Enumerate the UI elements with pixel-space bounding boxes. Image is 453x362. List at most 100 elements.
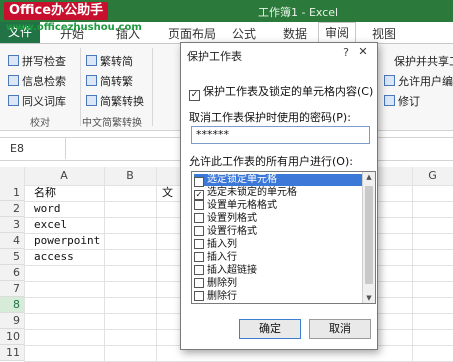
permission-checkbox[interactable] <box>194 239 204 249</box>
spelling-button[interactable]: 拼写检查 <box>8 53 66 69</box>
cell-a3[interactable]: excel <box>34 217 67 233</box>
permission-checkbox[interactable]: ✓ <box>194 190 204 200</box>
permission-label: 删除列 <box>207 278 237 289</box>
research-icon <box>8 75 19 86</box>
permission-item[interactable]: ✓ 选定未锁定的单元格 <box>194 187 362 200</box>
cell-a5[interactable]: access <box>34 249 74 265</box>
permission-item[interactable]: 设置行格式 <box>194 226 362 238</box>
thesaurus-button[interactable]: 同义词库 <box>8 93 66 109</box>
scroll-down-icon[interactable]: ▼ <box>363 293 375 303</box>
permission-checkbox[interactable] <box>194 265 204 275</box>
permission-checkbox[interactable] <box>194 226 204 236</box>
research-button[interactable]: 信息检索 <box>8 73 66 89</box>
permission-checkbox[interactable] <box>194 252 204 262</box>
spelling-label: 拼写检查 <box>22 55 66 68</box>
column-header-g[interactable]: G <box>412 167 453 185</box>
convert-label: 简繁转换 <box>100 95 144 108</box>
protect-contents-checkbox[interactable]: ✓ <box>189 90 200 101</box>
watermark-url: www.officezhushou.com <box>6 22 142 33</box>
row-header[interactable]: 3 <box>0 217 24 233</box>
group-label-chinese: 中文简繁转换 <box>82 118 142 129</box>
permission-label: 删除行 <box>207 291 237 302</box>
permission-item[interactable]: 插入超链接 <box>194 265 362 277</box>
protect-contents-option[interactable]: ✓ 保护工作表及锁定的单元格内容(C) <box>189 83 373 101</box>
watermark-logo: Office办公助手 <box>4 2 109 20</box>
window-title: 工作簿1 - Excel <box>258 6 339 19</box>
row-header[interactable]: 1 <box>0 185 24 201</box>
select-all-corner[interactable] <box>0 167 24 185</box>
row-header[interactable]: 4 <box>0 233 24 249</box>
permission-checkbox[interactable]: ✓ <box>194 177 204 187</box>
group-label-proofing: 校对 <box>30 118 50 129</box>
help-icon[interactable]: ? <box>343 46 349 59</box>
cell-b1-fragment[interactable]: 文 <box>162 185 173 201</box>
close-icon[interactable]: ✕ <box>353 44 373 60</box>
permission-item[interactable]: 插入行 <box>194 252 362 264</box>
column-header-b[interactable]: B <box>104 167 156 185</box>
column-header-a[interactable]: A <box>24 167 104 185</box>
permission-label: 设置单元格格式 <box>207 200 277 211</box>
row-header[interactable]: 7 <box>0 281 24 297</box>
row-header[interactable]: 9 <box>0 313 24 329</box>
permission-checkbox[interactable] <box>194 291 204 301</box>
permission-item[interactable]: 设置列格式 <box>194 213 362 225</box>
track-changes-icon <box>384 95 395 106</box>
permission-item-selected[interactable]: ✓ 选定锁定单元格 <box>194 174 362 187</box>
permission-item[interactable]: 删除行 <box>194 291 362 303</box>
permission-checkbox[interactable] <box>194 213 204 223</box>
ok-button[interactable]: 确定 <box>239 319 301 339</box>
row-header[interactable]: 6 <box>0 265 24 281</box>
track-changes-label: 修订 <box>398 95 420 108</box>
cell-a2[interactable]: word <box>34 201 61 217</box>
cancel-button[interactable]: 取消 <box>309 319 371 339</box>
name-box[interactable]: E8 <box>0 138 66 159</box>
permission-label: 选定未锁定的单元格 <box>207 187 297 198</box>
scroll-thumb[interactable] <box>365 186 373 284</box>
allow-edit-button[interactable]: 允许用户编辑 <box>384 73 453 89</box>
traditional-button[interactable]: 繁转简 <box>86 53 133 69</box>
traditional-label: 繁转简 <box>100 55 133 68</box>
protect-share-label: 保护并共享工 <box>394 55 453 68</box>
scroll-up-icon[interactable]: ▲ <box>363 172 375 182</box>
simplified-label: 简转繁 <box>100 75 133 88</box>
permission-checkbox[interactable] <box>194 200 204 210</box>
cell-a1[interactable]: 名称 <box>34 185 56 201</box>
row-header[interactable]: 10 <box>0 329 24 345</box>
tab-formulas[interactable]: 公式 <box>232 25 256 42</box>
convert-button[interactable]: 简繁转换 <box>86 93 144 109</box>
password-input[interactable]: ****** <box>191 126 370 144</box>
allow-users-label: 允许此工作表的所有用户进行(O): <box>189 155 353 168</box>
permission-label: 插入行 <box>207 252 237 263</box>
password-label: 取消工作表保护时使用的密码(P): <box>189 111 351 124</box>
permission-item[interactable]: 删除列 <box>194 278 362 290</box>
convert-icon <box>86 95 97 106</box>
simplified-button[interactable]: 简转繁 <box>86 73 133 89</box>
thesaurus-icon <box>8 95 19 106</box>
permission-checkbox[interactable] <box>194 278 204 288</box>
tab-data[interactable]: 数据 <box>283 25 307 42</box>
cell-a4[interactable]: powerpoint <box>34 233 100 249</box>
permission-item[interactable]: 插入列 <box>194 239 362 251</box>
permission-label: 设置行格式 <box>207 226 257 237</box>
list-scrollbar[interactable]: ▲ ▼ <box>362 172 375 303</box>
row-header[interactable]: 5 <box>0 249 24 265</box>
permission-label: 插入超链接 <box>207 265 257 276</box>
traditional-icon <box>86 55 97 66</box>
spelling-icon <box>8 55 19 66</box>
protect-contents-label: 保护工作表及锁定的单元格内容(C) <box>203 85 374 98</box>
protect-share-button[interactable]: 保护并共享工 <box>394 53 453 69</box>
permission-label: 选定锁定单元格 <box>207 174 277 185</box>
permissions-list[interactable]: ✓ 选定锁定单元格 ✓ 选定未锁定的单元格 设置单元格格式 设置列格式 设置行格式 … <box>191 171 376 304</box>
allow-edit-icon <box>384 75 395 86</box>
permission-label: 插入列 <box>207 239 237 250</box>
protect-sheet-dialog: 保护工作表 ? ✕ ✓ 保护工作表及锁定的单元格内容(C) 取消工作表保护时使用的… <box>180 42 378 350</box>
tab-view[interactable]: 视图 <box>372 25 396 42</box>
tab-page-layout[interactable]: 页面布局 <box>168 25 216 42</box>
permission-item[interactable]: 设置单元格格式 <box>194 200 362 212</box>
group-separator <box>80 48 81 126</box>
row-header[interactable]: 11 <box>0 345 24 361</box>
tab-review[interactable]: 审阅 <box>318 22 357 44</box>
row-header[interactable]: 2 <box>0 201 24 217</box>
row-header-selected[interactable]: 8 <box>0 297 24 313</box>
track-changes-button[interactable]: 修订 <box>384 93 420 109</box>
